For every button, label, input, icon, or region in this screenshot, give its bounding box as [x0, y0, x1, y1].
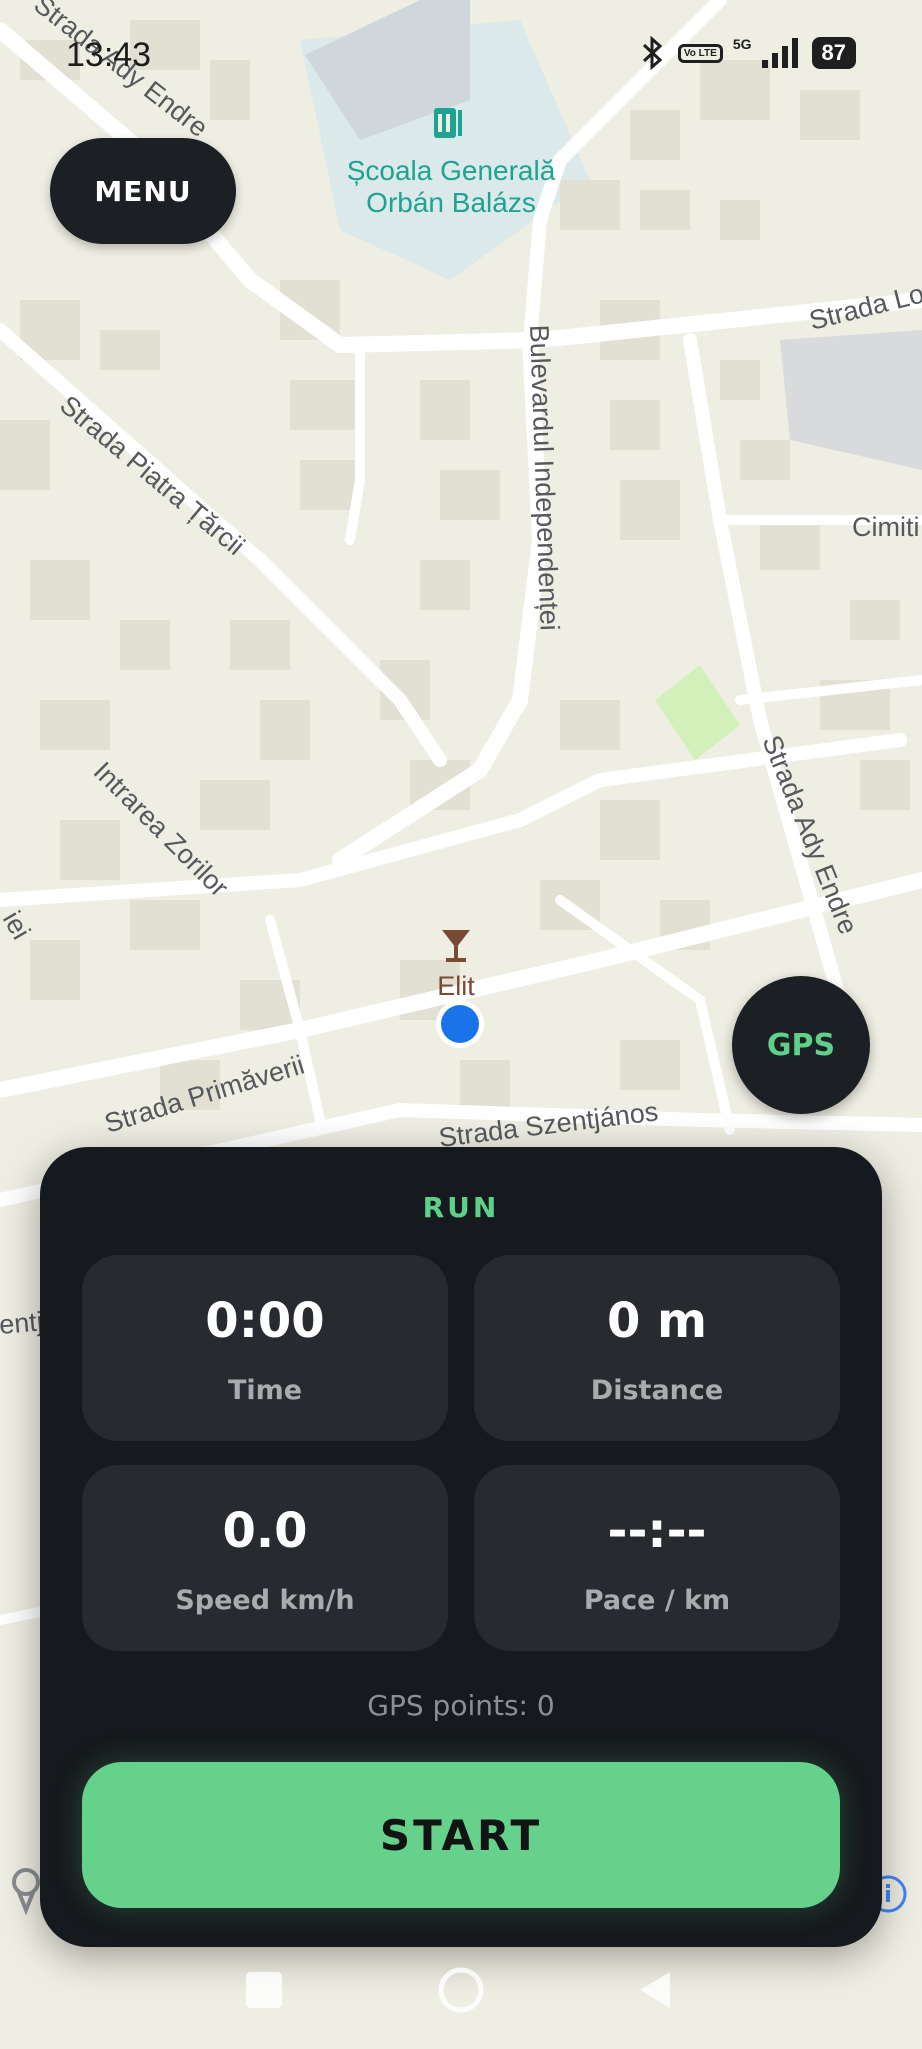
start-button[interactable]: START [82, 1762, 840, 1908]
back-icon[interactable] [640, 1972, 670, 2008]
stat-card-time: 0:00 Time [82, 1255, 448, 1441]
pace-label: Pace / km [583, 1585, 731, 1616]
stat-card-distance: 0 m Distance [474, 1255, 840, 1441]
street-label-cimitir: Cimiti [852, 512, 920, 542]
distance-label: Distance [590, 1375, 724, 1406]
network-label: 5G [732, 36, 752, 52]
signal-icon [761, 38, 798, 68]
status-time: 13:43 [66, 36, 152, 74]
poi-name[interactable]: Elit [437, 971, 475, 1001]
school-name-line1[interactable]: Școala Generală [347, 155, 556, 186]
home-icon[interactable] [438, 1967, 484, 2013]
volte-badge: Vo LTE [677, 43, 723, 63]
menu-button[interactable]: MENU [50, 138, 236, 244]
time-label: Time [227, 1375, 303, 1406]
system-nav-bar [246, 1967, 670, 2013]
stat-card-pace: --:-- Pace / km [474, 1465, 840, 1651]
gps-points-count: GPS points: 0 [367, 1689, 555, 1722]
street-label-left-fragment-2: entj [0, 1306, 44, 1340]
speed-label: Speed km/h [175, 1585, 355, 1616]
battery-indicator: 87 [811, 37, 856, 69]
status-bar: 13:43 Vo LTE 5G 87 [0, 36, 922, 76]
speed-value: 0.0 [222, 1503, 308, 1559]
recents-icon[interactable] [246, 1972, 282, 2008]
bluetooth-icon [642, 36, 663, 70]
stat-card-speed: 0.0 Speed km/h [82, 1465, 448, 1651]
run-panel: RUN 0:00 Time 0 m Distance 0.0 Speed km/… [40, 1147, 882, 1947]
distance-value: 0 m [606, 1293, 708, 1349]
school-name-line2[interactable]: Orbán Balázs [366, 187, 536, 218]
time-value: 0:00 [205, 1293, 325, 1349]
panel-title: RUN [422, 1191, 500, 1224]
gps-button[interactable]: GPS [732, 976, 870, 1114]
pace-value: --:-- [607, 1503, 707, 1559]
